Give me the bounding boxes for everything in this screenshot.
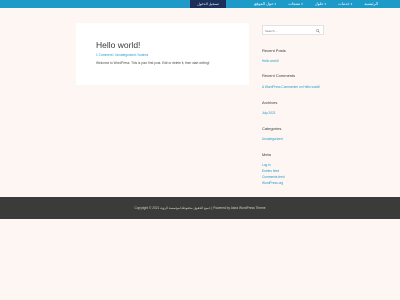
post-meta[interactable]: 1 Comment / Uncategorized / bushra <box>96 53 148 57</box>
post-title[interactable]: Hello world! <box>96 40 140 50</box>
nav-item-label: منتجات <box>288 1 301 6</box>
chevron-down-icon: ▾ <box>274 2 277 6</box>
search-icon[interactable] <box>316 29 320 33</box>
nav-item-services[interactable]: خدمات ▾ <box>338 0 352 8</box>
nav-item-label: حلول <box>314 1 324 6</box>
archives-heading: Archives <box>262 100 278 105</box>
footer-copyright: Copyright © 2021 جميع الحقوق محفوظة لمؤس… <box>134 206 266 210</box>
meta-heading: Meta <box>262 152 271 157</box>
nav-item-label: الرئيسية <box>364 1 378 6</box>
post-card: Hello world! 1 Comment / Uncategorized /… <box>76 23 249 85</box>
recent-posts-heading: Recent Posts <box>262 48 286 53</box>
meta-link-wordpress-org[interactable]: WordPress.org <box>262 181 283 185</box>
post-excerpt: Welcome to WordPress. This is your first… <box>96 61 210 65</box>
archive-link[interactable]: July 2021 <box>262 111 276 115</box>
chevron-down-icon: ▾ <box>350 2 353 6</box>
main-menu: الرئيسية خدمات ▾ حلول ▾ منتجات ▾ حول الم… <box>254 0 378 8</box>
nav-item-solutions[interactable]: حلول ▾ <box>315 0 326 8</box>
recent-comments-heading: Recent Comments <box>262 73 296 78</box>
categories-heading: Categories <box>262 126 282 131</box>
nav-item-label: حول الموقع <box>254 1 274 6</box>
meta-link-comments-feed[interactable]: Comments feed <box>262 175 285 179</box>
search-form <box>262 25 324 36</box>
recent-post-link[interactable]: Hello world! <box>262 59 279 63</box>
nav-item-about[interactable]: حول الموقع ▾ <box>254 0 276 8</box>
category-link[interactable]: Uncategorized <box>262 137 283 141</box>
chevron-down-icon: ▾ <box>301 2 303 6</box>
meta-link-login[interactable]: Log in <box>262 163 271 167</box>
top-navigation-bar: تسجيل الدخول الرئيسية خدمات ▾ حلول ▾ منت… <box>0 0 400 8</box>
nav-item-label: خدمات <box>338 1 350 6</box>
recent-comment-link[interactable]: A WordPress Commenter on Hello world! <box>262 85 320 89</box>
chevron-down-icon: ▾ <box>324 2 326 6</box>
search-input[interactable] <box>265 26 315 36</box>
nav-item-products[interactable]: منتجات ▾ <box>288 0 303 8</box>
login-button[interactable]: تسجيل الدخول <box>190 0 226 8</box>
nav-item-home[interactable]: الرئيسية <box>364 0 378 8</box>
site-footer: Copyright © 2021 جميع الحقوق محفوظة لمؤس… <box>0 197 400 219</box>
meta-link-entries-feed[interactable]: Entries feed <box>262 169 279 173</box>
